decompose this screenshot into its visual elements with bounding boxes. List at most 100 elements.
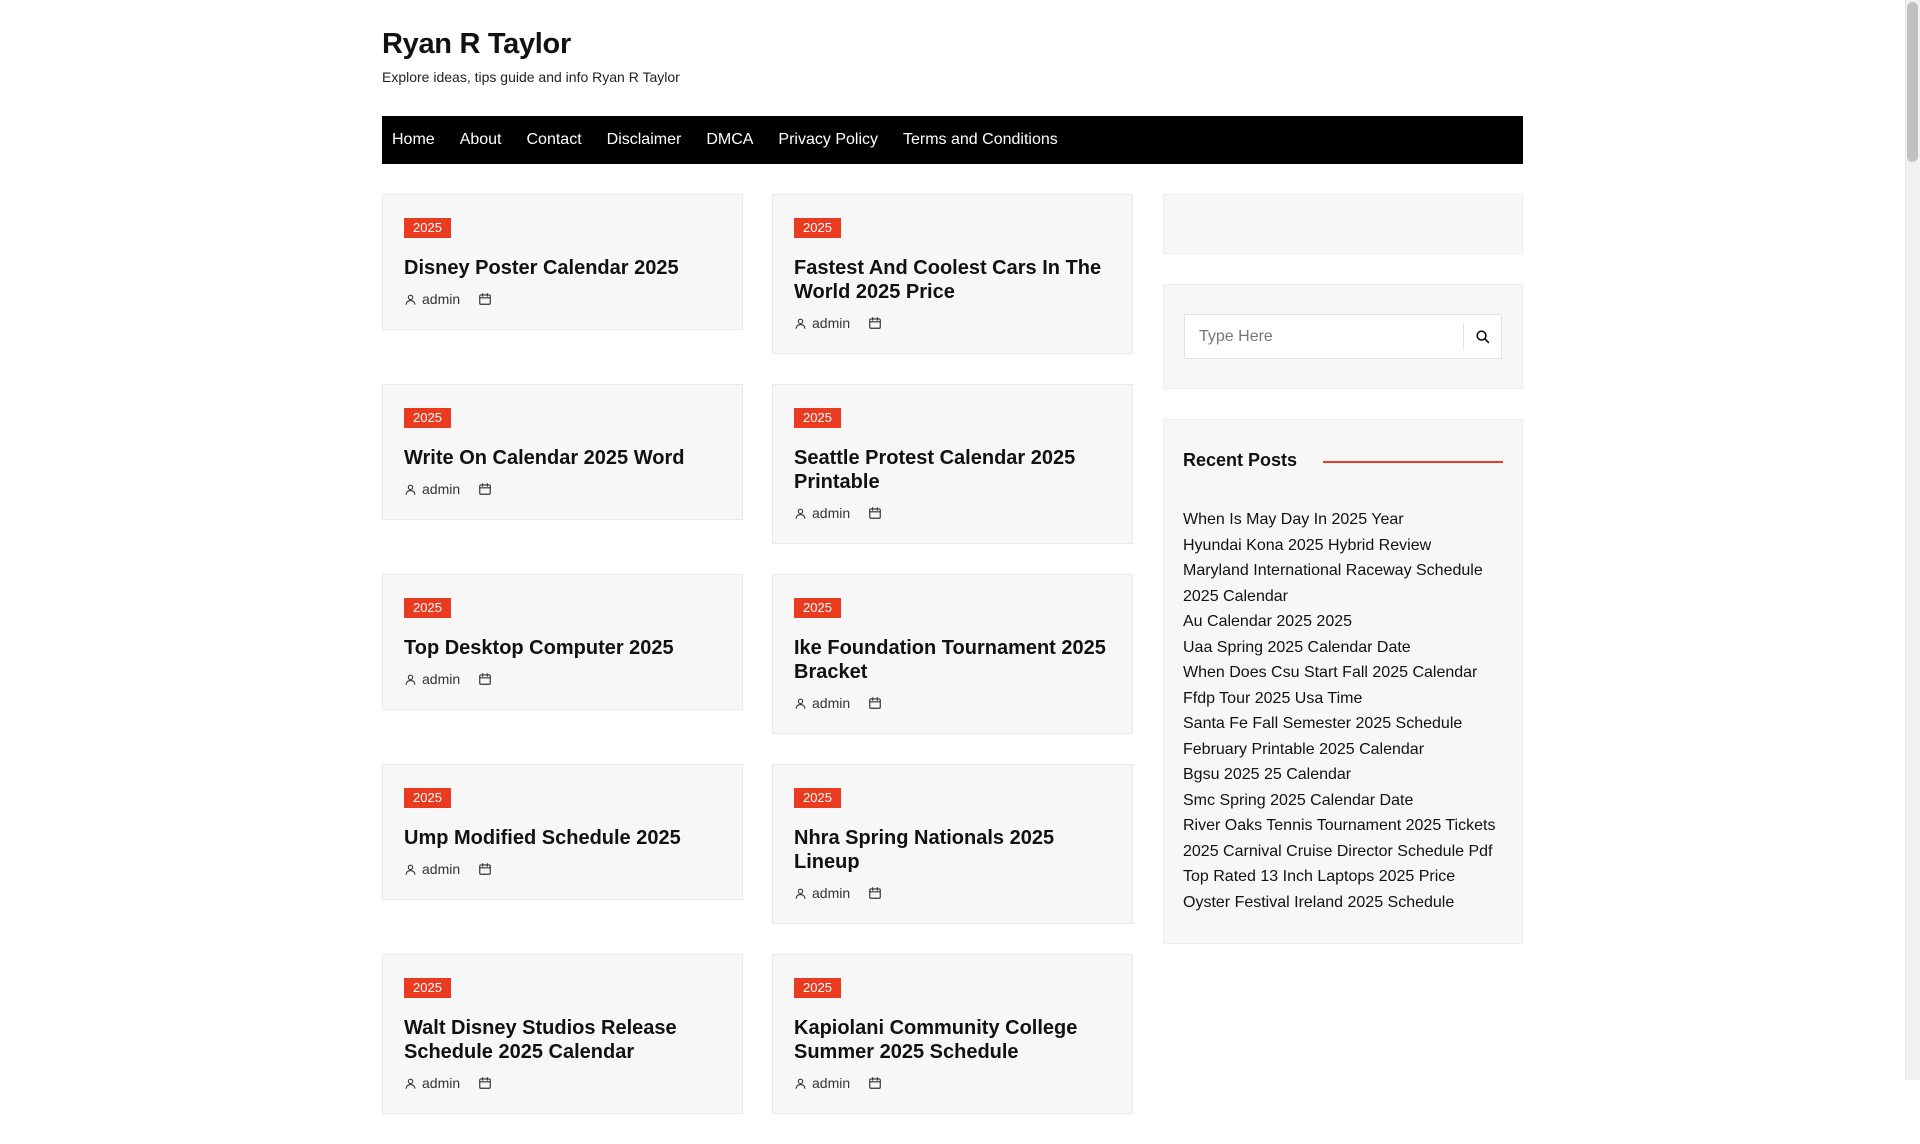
author-name: admin [812,505,851,521]
recent-post-link[interactable]: Ffdp Tour 2025 Usa Time [1183,690,1362,707]
post-meta: admin [404,481,721,497]
calendar-icon [478,292,492,306]
category-badge[interactable]: 2025 [794,408,841,428]
search-input[interactable] [1185,315,1463,358]
recent-post-link[interactable]: Top Rated 13 Inch Laptops 2025 Price [1183,868,1455,885]
post-card: 2025 Disney Poster Calendar 2025 admin [382,194,743,330]
author-name: admin [812,885,851,901]
nav-contact[interactable]: Contact [527,131,582,149]
recent-post-item: Au Calendar 2025 2025 [1183,609,1503,635]
post-meta: admin [794,885,1111,901]
category-badge[interactable]: 2025 [794,788,841,808]
post-title[interactable]: Disney Poster Calendar 2025 [404,256,721,280]
category-badge[interactable]: 2025 [404,408,451,428]
post-title[interactable]: Seattle Protest Calendar 2025 Printable [794,446,1111,494]
post-author[interactable]: admin [404,481,460,497]
page-scrollbar[interactable] [1905,0,1920,1080]
post-card: 2025 Kapiolani Community College Summer 2… [772,954,1133,1114]
post-card: 2025 Seattle Protest Calendar 2025 Printa… [772,384,1133,544]
search-icon [1476,330,1490,344]
recent-post-item: When Is May Day In 2025 Year [1183,507,1503,533]
page-container: Ryan R Taylor Explore ideas, tips guide … [382,0,1523,1144]
user-icon [404,673,422,686]
nav-dmca[interactable]: DMCA [706,131,753,149]
site-title[interactable]: Ryan R Taylor [382,28,1523,61]
post-author[interactable]: admin [404,671,460,687]
recent-post-link[interactable]: When Is May Day In 2025 Year [1183,511,1404,528]
nav-home[interactable]: Home [392,131,435,149]
post-title[interactable]: Ump Modified Schedule 2025 [404,826,721,850]
nav-privacy-policy[interactable]: Privacy Policy [778,131,878,149]
calendar-icon [868,1076,882,1090]
calendar-icon [868,316,882,330]
category-badge[interactable]: 2025 [404,788,451,808]
recent-post-link[interactable]: When Does Csu Start Fall 2025 Calendar [1183,664,1477,681]
nav-disclaimer[interactable]: Disclaimer [607,131,682,149]
search-button[interactable] [1463,323,1501,350]
site-header: Ryan R Taylor Explore ideas, tips guide … [382,0,1523,116]
category-badge[interactable]: 2025 [794,218,841,238]
post-author[interactable]: admin [794,1075,850,1091]
widget-header: Recent Posts [1183,450,1503,471]
recent-post-link[interactable]: 2025 Carnival Cruise Director Schedule P… [1183,843,1492,860]
recent-post-link[interactable]: February Printable 2025 Calendar [1183,741,1424,758]
category-badge[interactable]: 2025 [404,598,451,618]
recent-post-link[interactable]: Uaa Spring 2025 Calendar Date [1183,639,1411,656]
scrollbar-thumb[interactable] [1907,2,1918,162]
recent-post-link[interactable]: Bgsu 2025 25 Calendar [1183,766,1351,783]
recent-post-item: River Oaks Tennis Tournament 2025 Ticket… [1183,813,1503,839]
calendar-icon [478,482,492,496]
recent-post-link[interactable]: Hyundai Kona 2025 Hybrid Review [1183,537,1431,554]
post-meta: admin [404,671,721,687]
post-author[interactable]: admin [794,695,850,711]
recent-post-link[interactable]: River Oaks Tennis Tournament 2025 Ticket… [1183,817,1495,834]
recent-post-link[interactable]: Santa Fe Fall Semester 2025 Schedule [1183,715,1462,732]
sidebar-empty-widget [1163,194,1523,254]
category-badge[interactable]: 2025 [794,598,841,618]
post-author[interactable]: admin [794,315,850,331]
post-title[interactable]: Walt Disney Studios Release Schedule 202… [404,1016,721,1064]
recent-post-item: Uaa Spring 2025 Calendar Date [1183,635,1503,661]
nav-about[interactable]: About [460,131,502,149]
post-author[interactable]: admin [404,291,460,307]
category-badge[interactable]: 2025 [404,218,451,238]
post-title[interactable]: Kapiolani Community College Summer 2025 … [794,1016,1111,1064]
calendar-icon [478,1076,492,1090]
recent-post-item: Santa Fe Fall Semester 2025 Schedule [1183,711,1503,737]
post-card: 2025 Ump Modified Schedule 2025 admin [382,764,743,900]
author-name: admin [422,671,461,687]
recent-posts-heading: Recent Posts [1183,450,1298,470]
nav-terms-and-conditions[interactable]: Terms and Conditions [903,131,1058,149]
site-description: Explore ideas, tips guide and info Ryan … [382,69,680,85]
post-title[interactable]: Write On Calendar 2025 Word [404,446,721,470]
post-title[interactable]: Top Desktop Computer 2025 [404,636,721,660]
post-author[interactable]: admin [794,505,850,521]
recent-post-item: Smc Spring 2025 Calendar Date [1183,788,1503,814]
post-title[interactable]: Fastest And Coolest Cars In The World 20… [794,256,1111,304]
user-icon [794,317,812,330]
post-author[interactable]: admin [794,885,850,901]
user-icon [404,293,422,306]
post-author[interactable]: admin [404,861,460,877]
recent-post-item: Maryland International Raceway Schedule … [1183,558,1503,609]
recent-post-item: February Printable 2025 Calendar [1183,737,1503,763]
category-badge[interactable]: 2025 [404,978,451,998]
calendar-icon [868,696,882,710]
recent-post-link[interactable]: Smc Spring 2025 Calendar Date [1183,792,1413,809]
recent-posts-list: When Is May Day In 2025 Year Hyundai Kona… [1183,507,1503,915]
user-icon [794,697,812,710]
user-icon [404,1077,422,1090]
recent-post-link[interactable]: Au Calendar 2025 2025 [1183,613,1352,630]
recent-post-link[interactable]: Oyster Festival Ireland 2025 Schedule [1183,894,1454,911]
heading-divider [1323,460,1503,463]
post-card: 2025 Top Desktop Computer 2025 admin [382,574,743,710]
recent-post-link[interactable]: Maryland International Raceway Schedule … [1183,562,1483,605]
post-meta: admin [404,291,721,307]
post-author[interactable]: admin [404,1075,460,1091]
main-nav: Home About Contact Disclaimer DMCA Priva… [382,116,1523,164]
calendar-icon [478,862,492,876]
category-badge[interactable]: 2025 [794,978,841,998]
post-card: 2025 Ike Foundation Tournament 2025 Brack… [772,574,1133,734]
post-title[interactable]: Ike Foundation Tournament 2025 Bracket [794,636,1111,684]
post-title[interactable]: Nhra Spring Nationals 2025 Lineup [794,826,1111,874]
